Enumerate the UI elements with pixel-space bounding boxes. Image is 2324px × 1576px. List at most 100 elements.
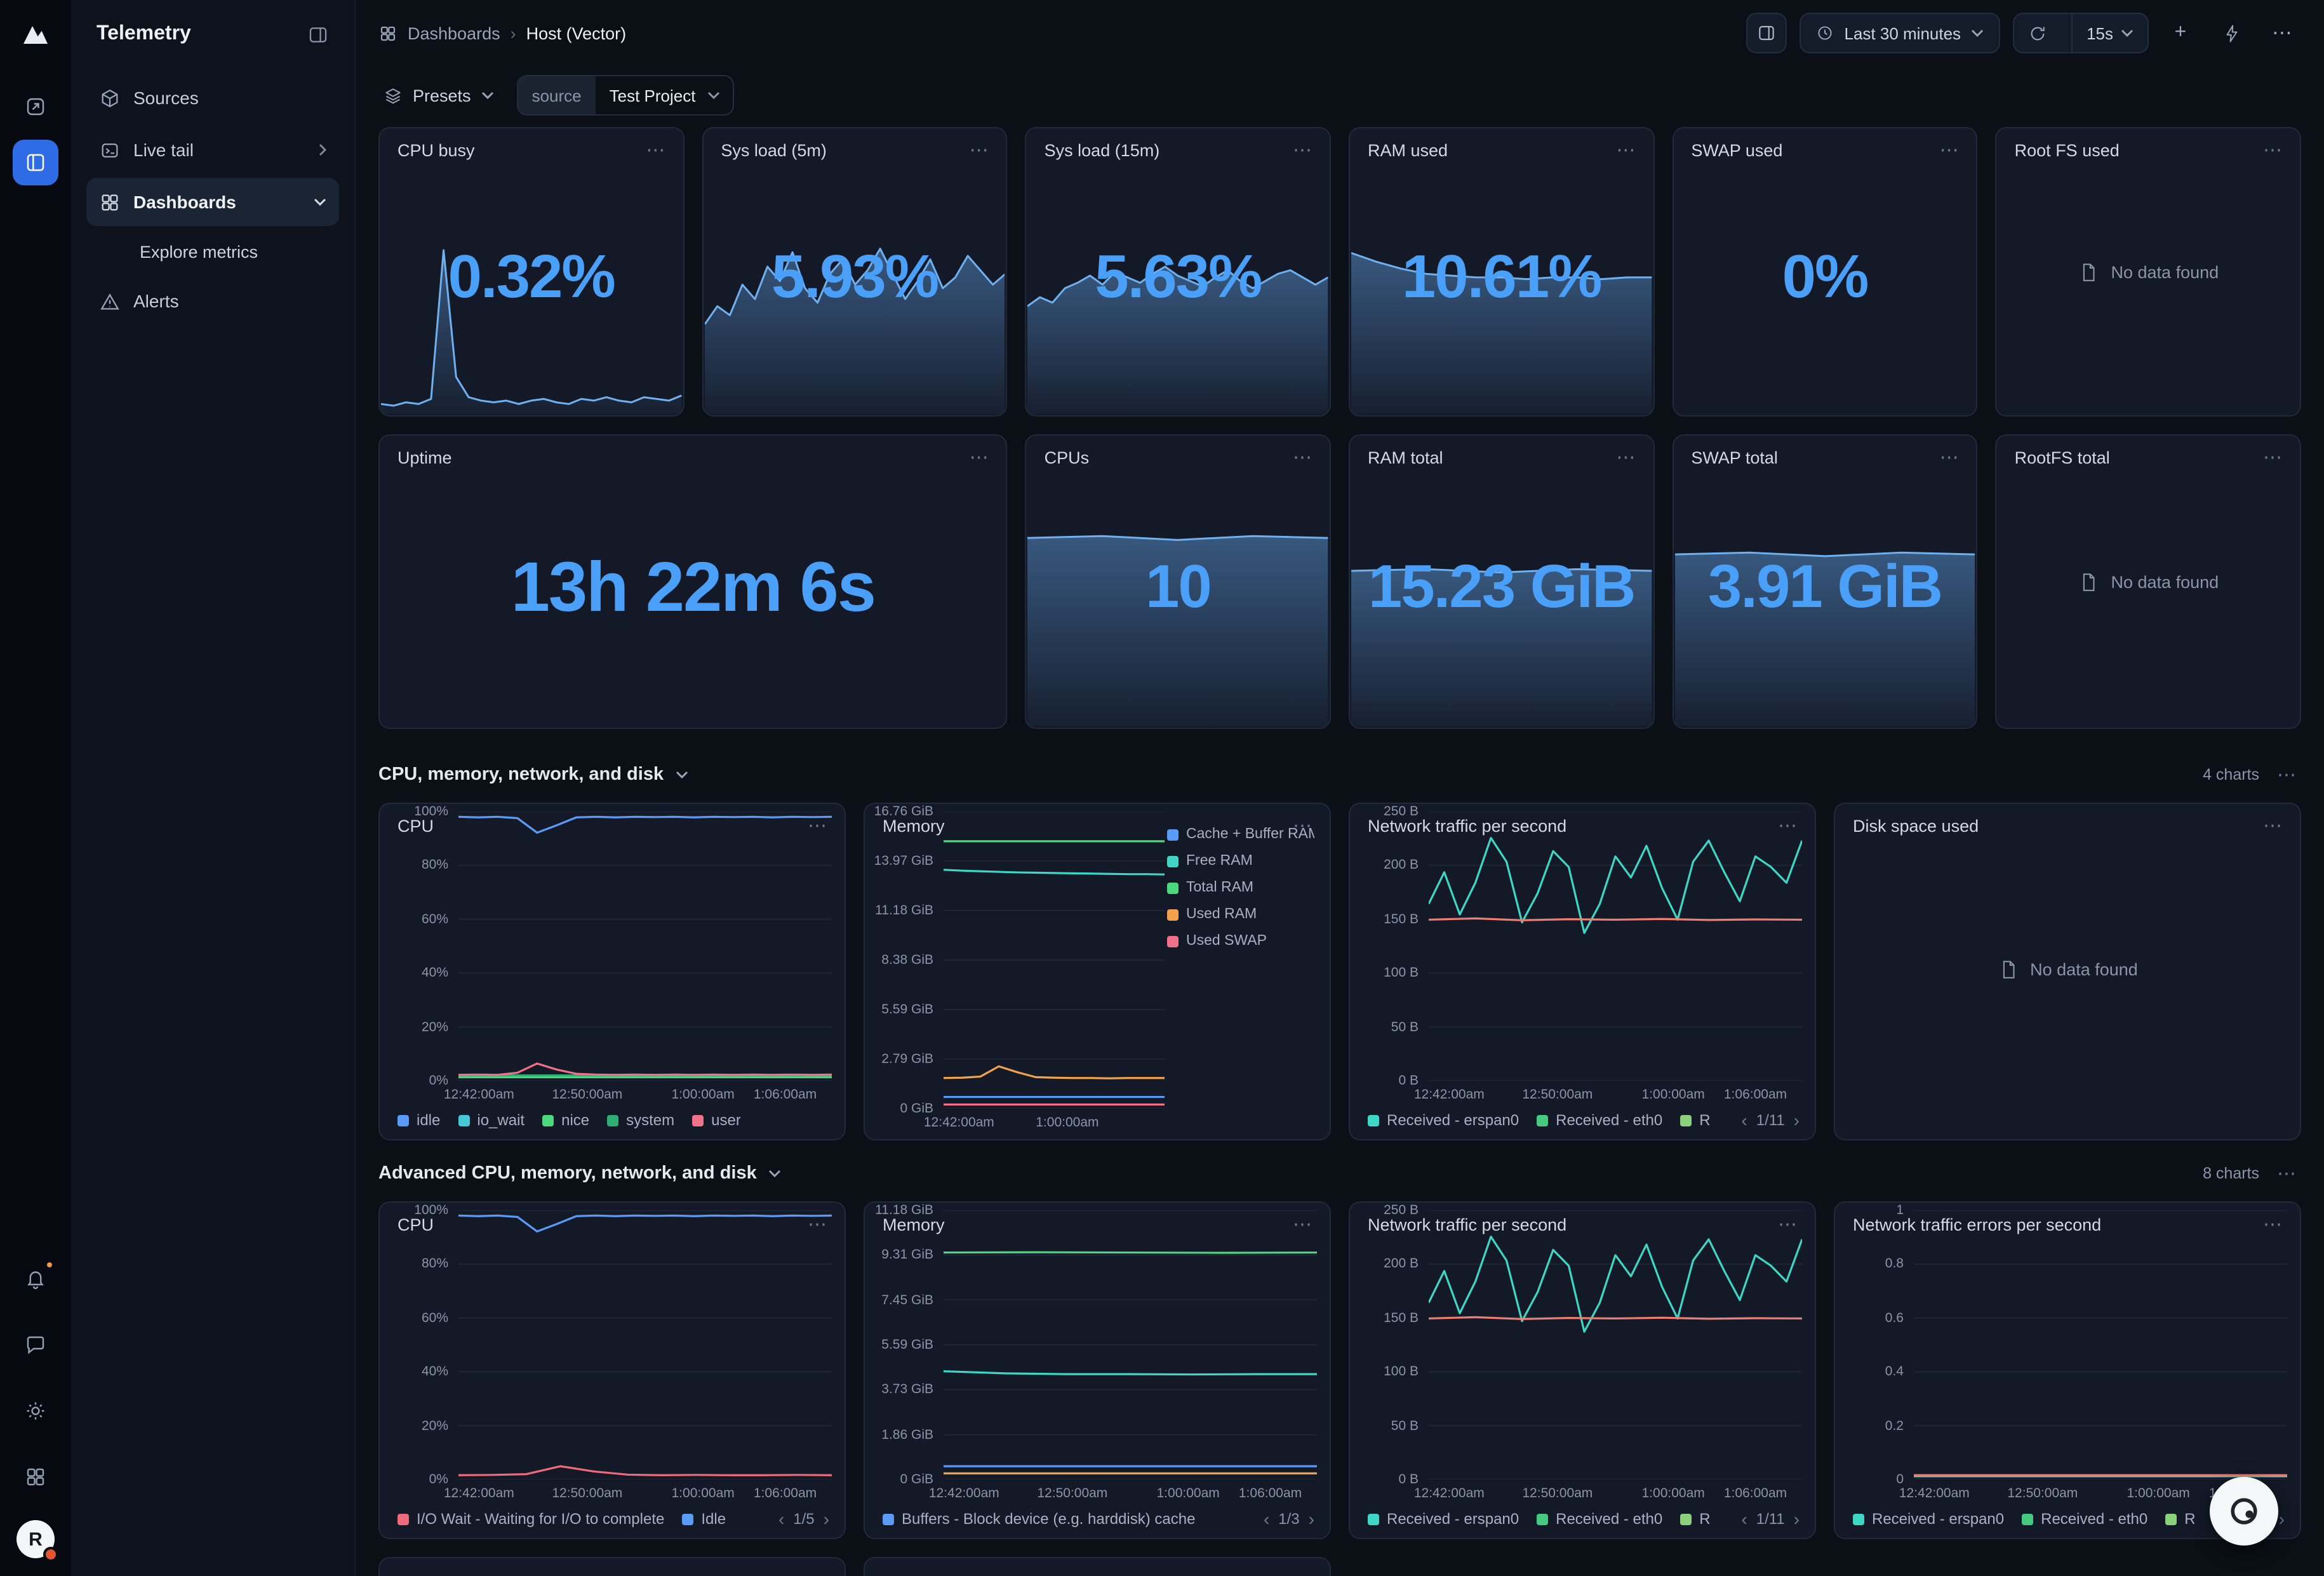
legend-item[interactable]: nice bbox=[542, 1111, 589, 1129]
legend-item[interactable]: Received - erspan0 bbox=[1853, 1510, 2004, 1528]
theme-sun-icon[interactable] bbox=[13, 1388, 58, 1434]
card-menu-button[interactable]: ⋯ bbox=[641, 141, 670, 160]
next-page-button[interactable]: › bbox=[824, 1510, 829, 1528]
card-menu-button[interactable]: ⋯ bbox=[2258, 141, 2287, 160]
more-options-button[interactable]: ⋯ bbox=[2263, 14, 2301, 52]
card-menu-button[interactable]: ⋯ bbox=[1288, 448, 1317, 467]
legend-item[interactable]: Received - eth0 bbox=[2022, 1510, 2147, 1528]
feedback-chat-icon[interactable] bbox=[13, 1322, 58, 1368]
source-filter[interactable]: source Test Project bbox=[517, 75, 734, 116]
sidebar-item-explore-metrics[interactable]: Explore metrics bbox=[86, 230, 339, 273]
card-menu-button[interactable]: ⋯ bbox=[1935, 141, 1964, 160]
card-menu-button[interactable]: ⋯ bbox=[2258, 448, 2287, 467]
refresh-button[interactable] bbox=[2014, 14, 2061, 52]
plot bbox=[458, 1210, 832, 1479]
no-data-message: No data found bbox=[1835, 804, 2300, 1134]
chart-legend: Received - erspan0Received - eth0R‹1/11› bbox=[1350, 1505, 1815, 1533]
card-menu-button[interactable]: ⋯ bbox=[2258, 1215, 2287, 1234]
card-menu-button[interactable]: ⋯ bbox=[1288, 141, 1317, 160]
app-logo-icon[interactable] bbox=[17, 15, 55, 53]
add-panel-button[interactable]: + bbox=[2161, 14, 2200, 52]
legend-item[interactable]: Used SWAP bbox=[1167, 933, 1314, 949]
legend-item[interactable]: Received - erspan0 bbox=[1368, 1111, 1519, 1129]
notification-dot bbox=[44, 1260, 55, 1270]
x-tick-label: 1:06:00am bbox=[1724, 1486, 1787, 1501]
card-menu-button[interactable]: ⋯ bbox=[1773, 1215, 1802, 1234]
card-menu-button[interactable]: ⋯ bbox=[1773, 817, 1802, 836]
chart-body: 10.80.60.40.2012:42:00am12:50:00am1:00:0… bbox=[1835, 1203, 2300, 1505]
section-toggle[interactable]: Advanced CPU, memory, network, and disk bbox=[378, 1163, 781, 1184]
sidebar-item-alerts[interactable]: Alerts bbox=[86, 277, 339, 325]
chart-card: Disk space used⋯No data found bbox=[1834, 803, 2301, 1140]
card-title: CPU bbox=[397, 1215, 434, 1234]
document-icon bbox=[1997, 958, 2019, 980]
previous-page-button[interactable]: ‹ bbox=[1741, 1111, 1747, 1129]
legend-label: system bbox=[626, 1111, 674, 1129]
previous-page-button[interactable]: ‹ bbox=[778, 1510, 784, 1528]
next-page-button[interactable]: › bbox=[1309, 1510, 1314, 1528]
next-page-button[interactable]: › bbox=[1794, 1510, 1800, 1528]
legend-item[interactable]: system bbox=[607, 1111, 674, 1129]
card-menu-button[interactable]: ⋯ bbox=[1935, 448, 1964, 467]
previous-page-button[interactable]: ‹ bbox=[1264, 1510, 1269, 1528]
rail-launch-icon[interactable] bbox=[13, 84, 58, 130]
chart-legend: Cache + Buffer RAMFree RAMTotal RAMUsed … bbox=[1165, 811, 1317, 1134]
card-menu-button[interactable]: ⋯ bbox=[803, 817, 832, 836]
zap-icon[interactable] bbox=[2212, 14, 2250, 52]
card-menu-button[interactable]: ⋯ bbox=[1611, 448, 1640, 467]
legend-item[interactable]: Free RAM bbox=[1167, 853, 1314, 869]
sidebar-item-live-tail[interactable]: Live tail bbox=[86, 126, 339, 174]
notifications-bell-icon[interactable] bbox=[13, 1256, 58, 1302]
x-tick-label: 12:42:00am bbox=[929, 1486, 999, 1501]
partial-card bbox=[864, 1557, 1331, 1576]
legend-item[interactable]: R bbox=[1680, 1510, 1710, 1528]
user-avatar[interactable]: R bbox=[17, 1520, 55, 1558]
card-menu-button[interactable]: ⋯ bbox=[1288, 1215, 1317, 1234]
collapse-sidebar-icon[interactable] bbox=[302, 18, 334, 50]
refresh-interval-button[interactable]: 15s bbox=[2071, 14, 2147, 52]
chart-body: No data found bbox=[1835, 804, 2300, 1134]
section-toggle[interactable]: CPU, memory, network, and disk bbox=[378, 765, 688, 785]
legend-swatch bbox=[2165, 1513, 2177, 1525]
stat-card: Root FS used⋯No data found bbox=[1996, 127, 2301, 417]
next-page-button[interactable]: › bbox=[2279, 1510, 2285, 1528]
rail-telemetry-icon[interactable] bbox=[13, 140, 58, 185]
legend-item[interactable]: io_wait bbox=[458, 1111, 524, 1129]
panel-layout-button[interactable] bbox=[1747, 13, 1787, 53]
legend-item[interactable]: Received - erspan0 bbox=[1368, 1510, 1519, 1528]
section-meta: 8 charts⋯ bbox=[2203, 1164, 2301, 1183]
time-range-button[interactable]: Last 30 minutes bbox=[1800, 13, 2001, 53]
legend-item[interactable]: Total RAM bbox=[1167, 880, 1314, 895]
legend-item[interactable]: user bbox=[692, 1111, 741, 1129]
card-menu-button[interactable]: ⋯ bbox=[1288, 817, 1317, 836]
presets-button[interactable]: Presets bbox=[378, 76, 499, 114]
chart-body: 250 B200 B150 B100 B50 B0 B12:42:00am12:… bbox=[1350, 1203, 1815, 1505]
legend-item[interactable]: I/O Wait - Waiting for I/O to complete bbox=[397, 1510, 664, 1528]
sidebar-item-sources[interactable]: Sources bbox=[86, 74, 339, 122]
support-chat-button[interactable] bbox=[2210, 1477, 2278, 1546]
legend-item[interactable]: idle bbox=[397, 1111, 440, 1129]
card-menu-button[interactable]: ⋯ bbox=[2258, 817, 2287, 836]
legend-item[interactable]: Buffers - Block device (e.g. harddisk) c… bbox=[883, 1510, 1195, 1528]
previous-page-button[interactable]: ‹ bbox=[1741, 1510, 1747, 1528]
apps-grid-icon[interactable] bbox=[13, 1454, 58, 1500]
section-menu-button[interactable]: ⋯ bbox=[2272, 765, 2301, 784]
sidebar-item-dashboards[interactable]: Dashboards bbox=[86, 178, 339, 226]
legend-item[interactable]: Received - eth0 bbox=[1537, 1111, 1662, 1129]
rail-bottom-nav: R bbox=[13, 1256, 58, 1558]
breadcrumb-dashboards-link[interactable]: Dashboards bbox=[408, 23, 500, 43]
next-page-button[interactable]: › bbox=[1794, 1111, 1800, 1129]
y-axis: 100%80%60%40%20%0% bbox=[387, 1210, 458, 1479]
legend-item[interactable]: R bbox=[2165, 1510, 2195, 1528]
legend-item[interactable]: Received - eth0 bbox=[1537, 1510, 1662, 1528]
legend-item[interactable]: R bbox=[1680, 1111, 1710, 1129]
legend-item[interactable]: Used RAM bbox=[1167, 907, 1314, 922]
sidebar: Telemetry Sources Live tail Dashboards E… bbox=[71, 0, 356, 1576]
card-menu-button[interactable]: ⋯ bbox=[965, 141, 994, 160]
card-menu-button[interactable]: ⋯ bbox=[803, 1215, 832, 1234]
section-menu-button[interactable]: ⋯ bbox=[2272, 1164, 2301, 1183]
card-menu-button[interactable]: ⋯ bbox=[965, 448, 994, 467]
legend-item[interactable]: Idle bbox=[682, 1510, 726, 1528]
card-menu-button[interactable]: ⋯ bbox=[1611, 141, 1640, 160]
avatar-status-badge bbox=[43, 1547, 58, 1562]
